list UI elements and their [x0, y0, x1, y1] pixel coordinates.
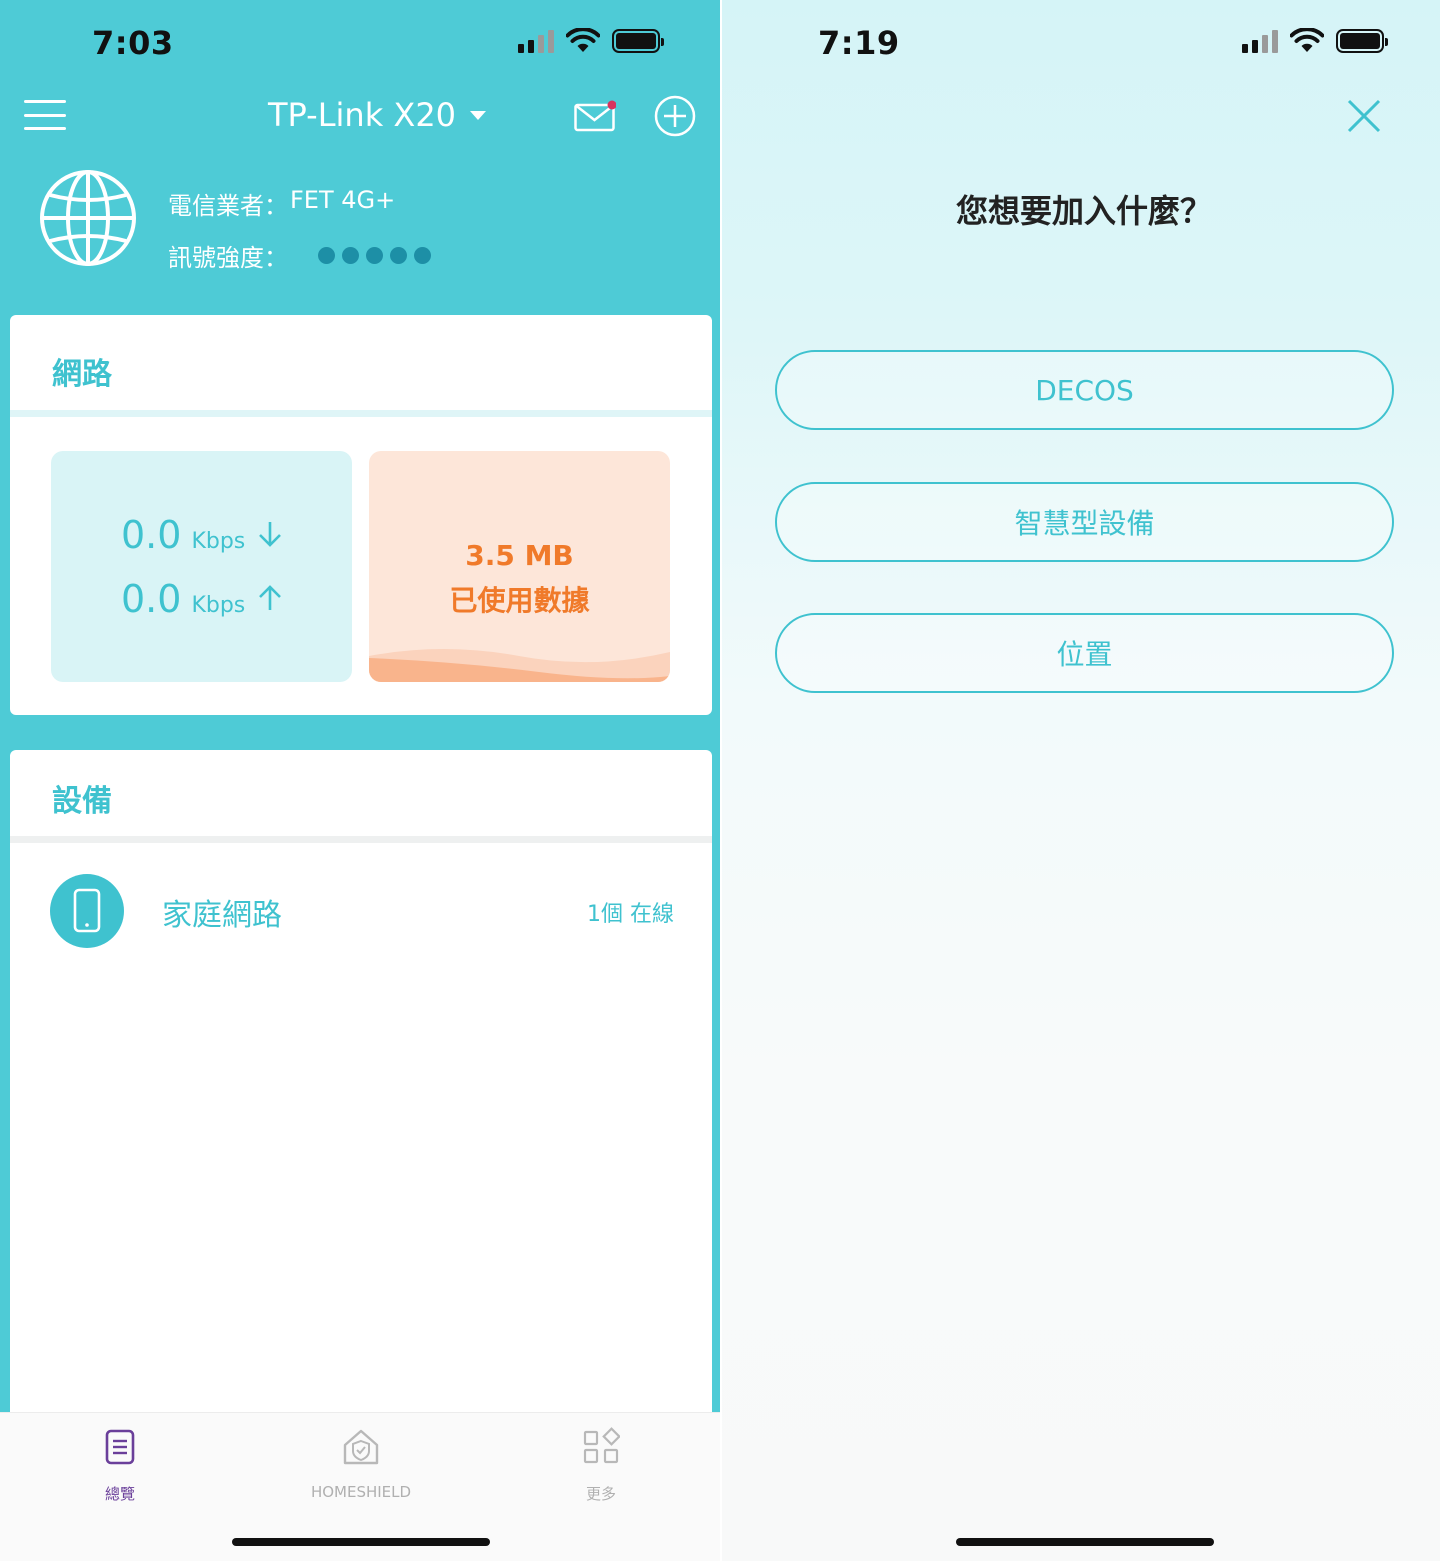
signal-dot	[366, 247, 383, 264]
tab-homeshield[interactable]: HOMESHIELD	[261, 1427, 461, 1501]
home-indicator	[956, 1538, 1214, 1546]
tab-homeshield-label: HOMESHIELD	[310, 1483, 412, 1501]
dropdown-caret-icon	[470, 110, 487, 120]
wifi-icon	[1290, 28, 1324, 52]
tab-more-label: 更多	[585, 1485, 616, 1503]
carrier-info: 電信業者： FET 4G+	[168, 186, 395, 221]
upload-speed: 0.0 Kbps	[121, 577, 283, 621]
devices-card: 設備 家庭網路 1個 在線	[10, 750, 712, 1430]
option-location-button[interactable]: 位置	[775, 613, 1394, 693]
download-speed: 0.0 Kbps	[121, 513, 283, 557]
router-name: TP-Link X20	[268, 96, 457, 134]
network-card-title: 網路	[52, 357, 112, 392]
status-time: 7:19	[818, 24, 900, 62]
devices-card-title: 設備	[52, 784, 112, 819]
signal-dot	[414, 247, 431, 264]
signal-strength: 訊號強度：	[168, 238, 431, 273]
carrier-value: FET 4G+	[290, 186, 396, 214]
mail-icon[interactable]	[574, 100, 616, 132]
card-divider	[10, 836, 712, 843]
add-icon[interactable]	[654, 95, 696, 137]
tab-overview-label: 總覽	[104, 1485, 135, 1503]
upload-unit: Kbps	[191, 593, 246, 618]
router-selector[interactable]: TP-Link X20	[268, 96, 487, 134]
menu-icon[interactable]	[24, 100, 66, 130]
upload-value: 0.0	[121, 577, 182, 621]
signal-strength-dots	[318, 247, 431, 264]
add-item-screen: 7:19 您想要加入什麼？ DECOS 智慧型設備 位置	[722, 0, 1440, 1561]
option-smart-device-button[interactable]: 智慧型設備	[775, 482, 1394, 562]
close-icon[interactable]	[1346, 98, 1382, 134]
status-icons	[1242, 28, 1388, 54]
online-count: 1個 在線	[587, 902, 674, 927]
data-usage-tile[interactable]: 3.5 MB 已使用數據	[369, 451, 670, 682]
wave-decoration	[369, 649, 670, 682]
homeshield-icon	[343, 1429, 379, 1465]
status-time: 7:03	[92, 24, 174, 62]
carrier-label: 電信業者：	[168, 192, 288, 220]
card-divider	[10, 410, 712, 417]
signal-label: 訊號強度：	[168, 244, 288, 272]
device-group-row[interactable]: 家庭網路 1個 在線	[10, 860, 712, 960]
tab-more[interactable]: 更多	[501, 1427, 701, 1504]
wifi-icon	[566, 28, 600, 52]
more-grid-icon	[583, 1427, 620, 1464]
overview-list-icon	[105, 1429, 135, 1465]
data-used-value: 3.5 MB	[465, 539, 574, 572]
battery-icon	[1336, 29, 1388, 53]
arrow-down-icon	[259, 522, 282, 547]
network-card: 網路 0.0 Kbps 0.0 Kbps 3.5 MB 已使用數據	[10, 315, 712, 715]
arrow-up-icon	[259, 585, 282, 610]
home-indicator	[232, 1538, 490, 1546]
cellular-signal-icon	[1242, 29, 1278, 53]
globe-icon	[40, 170, 136, 266]
option-decos-button[interactable]: DECOS	[775, 350, 1394, 430]
cellular-signal-icon	[518, 29, 554, 53]
download-value: 0.0	[121, 513, 182, 557]
data-used-label: 已使用數據	[449, 584, 590, 617]
signal-dot	[390, 247, 407, 264]
status-icons	[518, 28, 664, 54]
phone-icon	[50, 874, 124, 948]
overview-screen: 7:03 TP-Link X20 電信業者： FET 4G+ 訊號強度： 網路 …	[0, 0, 722, 1561]
add-prompt-title: 您想要加入什麼？	[955, 192, 1212, 230]
tab-overview[interactable]: 總覽	[20, 1427, 220, 1504]
battery-icon	[612, 29, 664, 53]
signal-dot	[318, 247, 335, 264]
signal-dot	[342, 247, 359, 264]
download-unit: Kbps	[191, 529, 246, 554]
device-group-name: 家庭網路	[162, 898, 282, 933]
speed-tile[interactable]: 0.0 Kbps 0.0 Kbps	[51, 451, 352, 682]
